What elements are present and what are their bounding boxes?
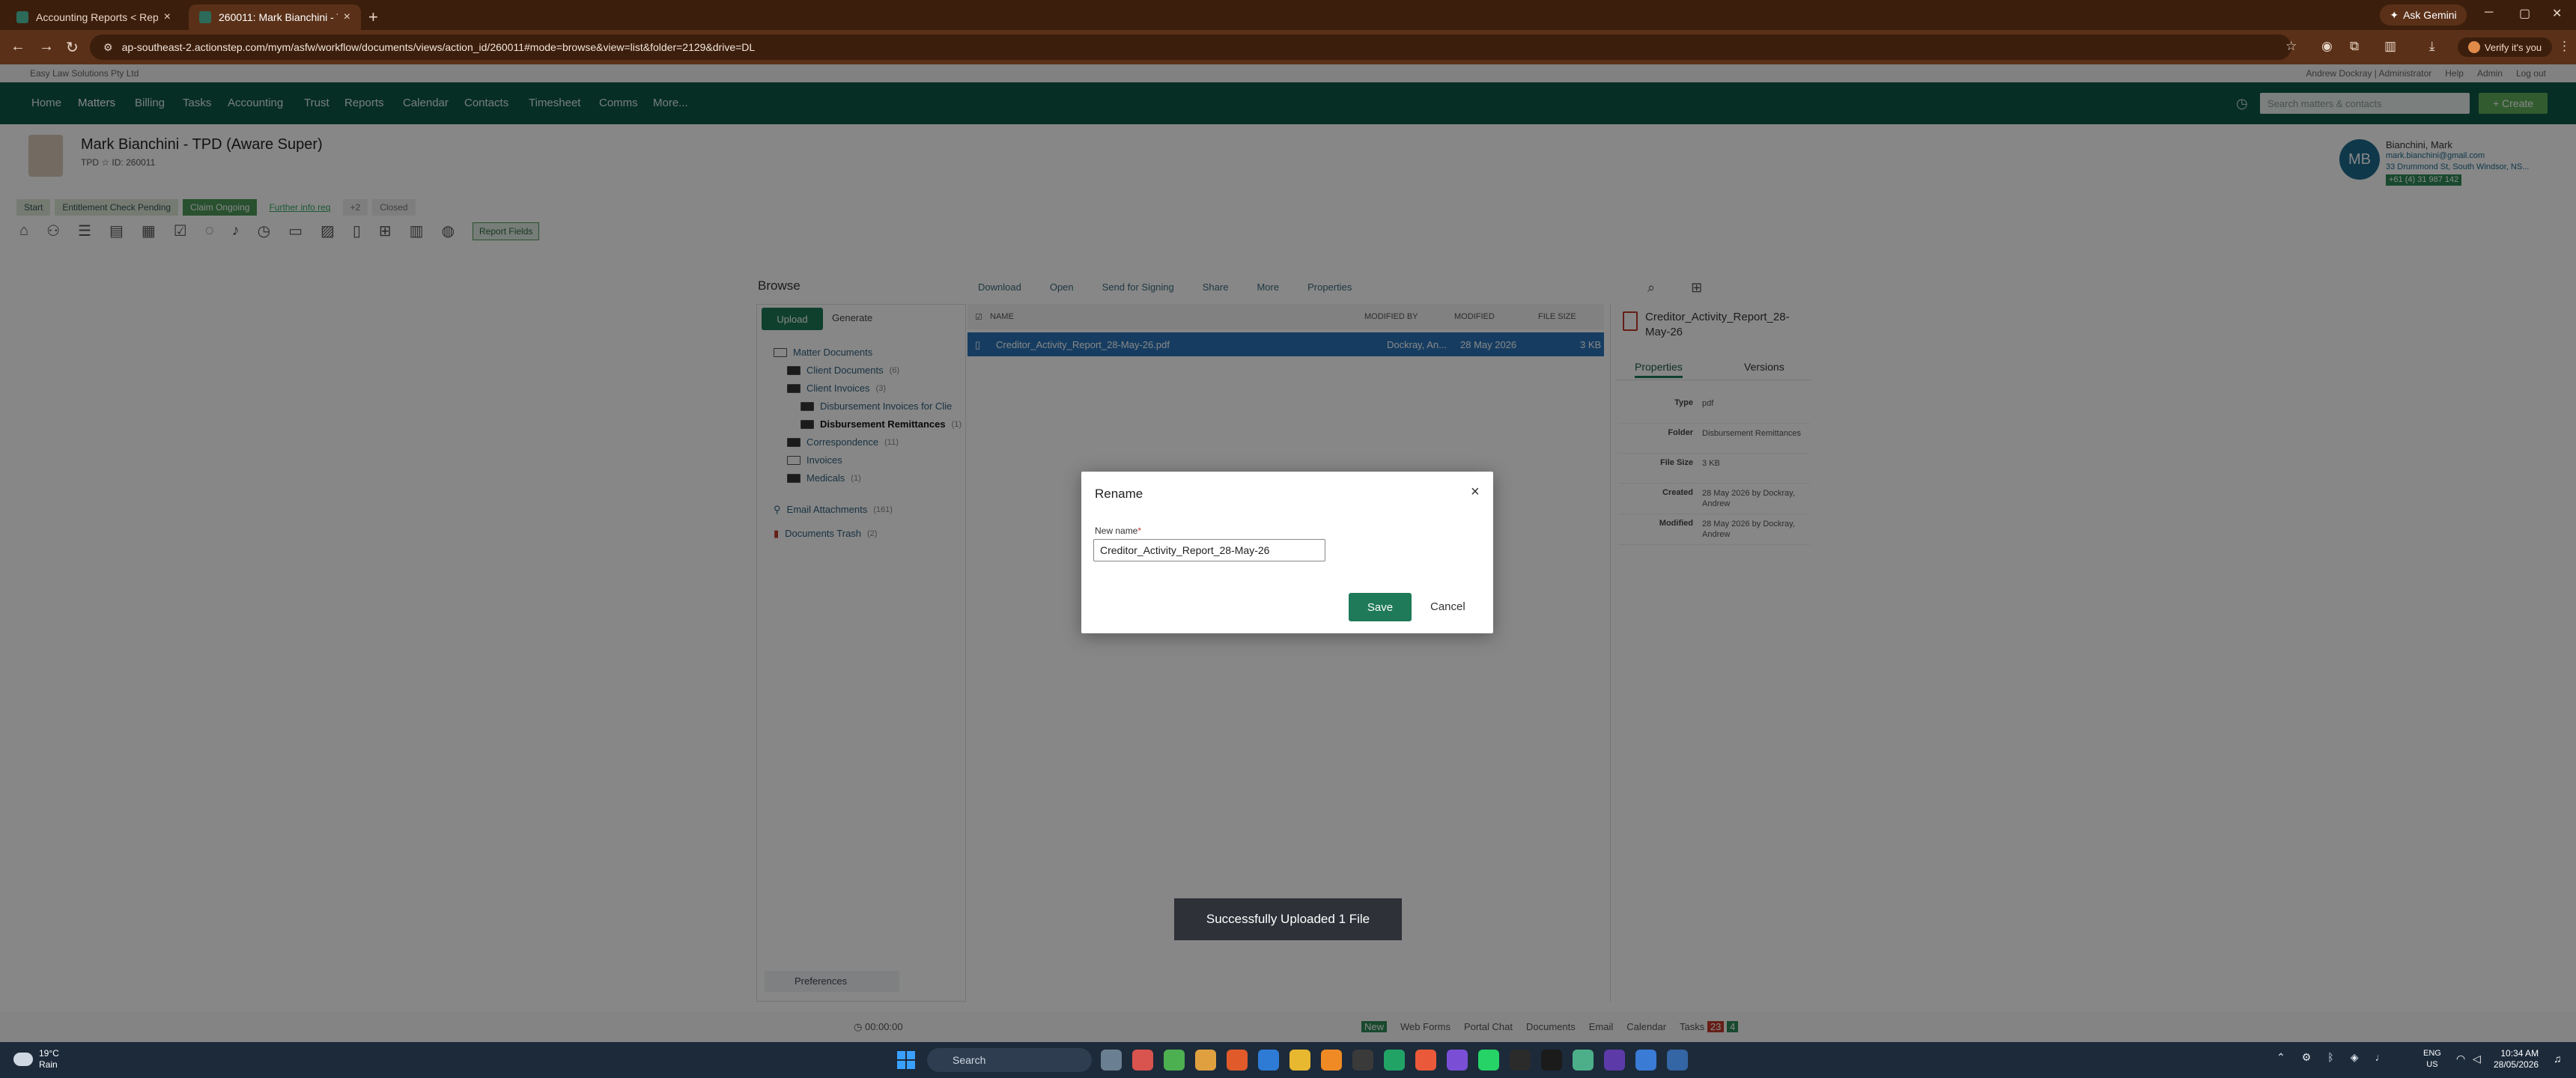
close-window-icon[interactable]: ✕ bbox=[2552, 6, 2562, 21]
chevron-up-icon[interactable]: ⌃ bbox=[2276, 1051, 2285, 1064]
bookmark-star-icon[interactable]: ☆ bbox=[2285, 39, 2297, 54]
app-6-icon[interactable] bbox=[1573, 1050, 1594, 1071]
new-name-input[interactable] bbox=[1093, 539, 1325, 561]
new-name-label-text: New name bbox=[1095, 526, 1138, 536]
verify-label: Verify it's you bbox=[2484, 41, 2542, 53]
app-1-icon[interactable] bbox=[1352, 1050, 1373, 1071]
address-bar-row: ← → ↻ ⚙ ap-southeast-2.actionstep.com/my… bbox=[0, 30, 2576, 64]
url-text: ap-southeast-2.actionstep.com/mym/asfw/w… bbox=[121, 41, 756, 53]
chrome-profile-icon[interactable] bbox=[1164, 1050, 1185, 1071]
chatgpt-icon[interactable] bbox=[1541, 1050, 1562, 1071]
ask-gemini-label: Ask Gemini bbox=[2403, 9, 2457, 21]
tab-title: Accounting Reports < Reports bbox=[36, 11, 158, 23]
volume-icon[interactable]: ◁ bbox=[2473, 1053, 2481, 1065]
close-tab-icon[interactable]: × bbox=[344, 10, 350, 24]
file-explorer-icon[interactable] bbox=[1101, 1050, 1122, 1071]
back-icon[interactable]: ← bbox=[10, 38, 25, 55]
taskbar-search-label: Search bbox=[953, 1054, 986, 1066]
network-icon[interactable]: ◈ bbox=[2351, 1051, 2359, 1064]
verify-profile-button[interactable]: Verify it's you bbox=[2458, 37, 2552, 57]
app-9-icon[interactable] bbox=[1667, 1050, 1688, 1071]
lang-primary: ENG bbox=[2423, 1049, 2441, 1058]
save-button[interactable]: Save bbox=[1349, 593, 1412, 621]
system-tray: ⌃ ⚙ ᛒ ◈ ♩ bbox=[2276, 1051, 2385, 1064]
minimize-icon[interactable]: ─ bbox=[2485, 6, 2493, 19]
clock-date: 28/05/2026 bbox=[2494, 1059, 2539, 1070]
lang-secondary: US bbox=[2426, 1060, 2438, 1069]
menu-kebab-icon[interactable]: ⋮ bbox=[2558, 39, 2571, 54]
app-5-icon[interactable] bbox=[1510, 1050, 1531, 1071]
rain-cloud-icon bbox=[13, 1053, 33, 1066]
required-marker: * bbox=[1137, 526, 1142, 536]
app-4-icon[interactable] bbox=[1447, 1050, 1468, 1071]
clock[interactable]: 10:34 AM 28/05/2026 bbox=[2494, 1048, 2539, 1071]
weather-widget[interactable]: 19°C Rain bbox=[13, 1048, 59, 1071]
notification-bell-icon[interactable]: ♫ bbox=[2554, 1053, 2562, 1065]
close-icon[interactable]: × bbox=[1471, 484, 1480, 501]
tab-favicon-icon bbox=[16, 11, 28, 23]
site-info-icon[interactable]: ⚙ bbox=[103, 41, 113, 54]
wifi-icon[interactable]: ◠ bbox=[2456, 1053, 2465, 1065]
app-7-icon[interactable] bbox=[1604, 1050, 1625, 1071]
upload-toast: Successfully Uploaded 1 File bbox=[1174, 898, 1402, 940]
tab-title: 260011: Mark Bianchini - TPD (A bbox=[219, 11, 338, 23]
app-2-icon[interactable] bbox=[1384, 1050, 1405, 1071]
clock-time: 10:34 AM bbox=[2500, 1048, 2539, 1059]
browser-tab-matter[interactable]: 260011: Mark Bianchini - TPD (A × bbox=[189, 4, 361, 30]
cancel-button[interactable]: Cancel bbox=[1430, 600, 1465, 613]
weather-temp: 19°C bbox=[39, 1048, 59, 1059]
download-icon[interactable]: ⤓ bbox=[2429, 39, 2435, 54]
browser-tabstrip: Accounting Reports < Reports × 260011: M… bbox=[0, 0, 2576, 30]
reload-icon[interactable]: ↻ bbox=[66, 38, 79, 57]
tab-favicon-icon bbox=[199, 11, 211, 23]
app-3-icon[interactable] bbox=[1415, 1050, 1436, 1071]
extension-icon[interactable]: ◉ bbox=[2321, 39, 2333, 54]
maximize-icon[interactable]: ▢ bbox=[2519, 6, 2530, 21]
chrome-active-icon[interactable] bbox=[1195, 1050, 1216, 1071]
weather-desc: Rain bbox=[39, 1059, 58, 1070]
outlook-icon[interactable] bbox=[1258, 1050, 1279, 1071]
gemini-icon: ✦ bbox=[2390, 8, 2399, 21]
profile-avatar bbox=[2467, 41, 2480, 53]
dialog-title: Rename bbox=[1095, 487, 1143, 501]
language-indicator[interactable]: ENG US bbox=[2423, 1048, 2441, 1071]
taskbar-apps bbox=[1101, 1050, 1688, 1071]
new-tab-icon[interactable]: + bbox=[368, 7, 378, 27]
ask-gemini-button[interactable]: ✦ Ask Gemini bbox=[2380, 4, 2467, 25]
settings-icon[interactable]: ⚙ bbox=[2302, 1051, 2312, 1064]
start-windows-icon[interactable] bbox=[897, 1051, 915, 1069]
taskbar-search[interactable]: Search bbox=[927, 1048, 1092, 1072]
app-8-icon[interactable] bbox=[1635, 1050, 1656, 1071]
brave-icon[interactable] bbox=[1227, 1050, 1248, 1071]
folder-icon[interactable] bbox=[1289, 1050, 1310, 1071]
bluetooth-icon[interactable]: ᛒ bbox=[2327, 1051, 2333, 1064]
mic-icon[interactable]: ♩ bbox=[2375, 1051, 2385, 1064]
url-field[interactable]: ⚙ ap-southeast-2.actionstep.com/mym/asfw… bbox=[90, 34, 2291, 60]
new-name-label: New name* bbox=[1095, 526, 1141, 536]
browser-tab-reports[interactable]: Accounting Reports < Reports × bbox=[6, 4, 181, 30]
chrome-icon[interactable] bbox=[1132, 1050, 1153, 1071]
sidepanel-icon[interactable]: ▥ bbox=[2384, 39, 2396, 54]
whatsapp-icon[interactable] bbox=[1478, 1050, 1499, 1071]
forward-icon[interactable]: → bbox=[39, 38, 54, 55]
search-app-icon[interactable] bbox=[1321, 1050, 1342, 1071]
close-tab-icon[interactable]: × bbox=[164, 10, 171, 24]
rename-dialog: Rename × New name* Save Cancel bbox=[1081, 472, 1493, 633]
windows-taskbar: 19°C Rain Search ⌃ ⚙ ᛒ ◈ ♩ ENG US ◠ ◁ 10:3… bbox=[0, 1042, 2576, 1078]
extensions-puzzle-icon[interactable]: ⧉ bbox=[2350, 39, 2359, 54]
